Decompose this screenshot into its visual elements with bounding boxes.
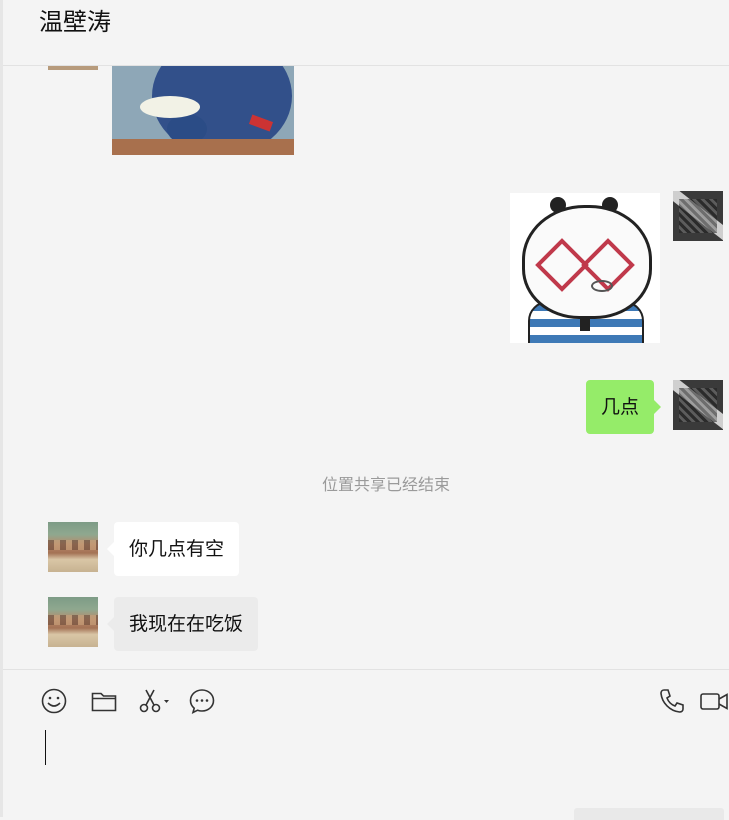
scissors-icon[interactable] <box>137 687 171 715</box>
phone-icon[interactable] <box>658 687 686 715</box>
emoji-icon[interactable] <box>40 687 68 715</box>
sticker-image[interactable] <box>510 193 660 343</box>
message-list[interactable]: 几点 位置共享已经结束 你几点有空 我现在在吃饭 <box>3 66 729 669</box>
system-notice: 位置共享已经结束 <box>321 475 450 494</box>
avatar-other[interactable] <box>48 66 98 70</box>
message-input[interactable] <box>3 722 729 802</box>
input-divider <box>3 669 729 670</box>
message-bubble-other[interactable]: 我现在在吃饭 <box>106 597 259 651</box>
sticker-image[interactable] <box>112 66 294 155</box>
chat-history-icon[interactable] <box>188 687 216 715</box>
avatar-self[interactable] <box>673 380 723 430</box>
video-icon[interactable] <box>699 687 729 715</box>
avatar-self[interactable] <box>673 191 723 241</box>
message-bubble-other[interactable]: 你几点有空 <box>106 522 240 576</box>
chat-header: 温壁涛 <box>3 0 729 66</box>
message-bubble-self[interactable]: 几点 <box>586 380 662 434</box>
avatar-other[interactable] <box>48 597 98 647</box>
sticker-figure-mustache <box>140 96 200 118</box>
send-button[interactable] <box>574 808 724 820</box>
avatar-other[interactable] <box>48 522 98 572</box>
contact-name: 温壁涛 <box>39 8 111 36</box>
sticker-head <box>522 205 652 319</box>
sticker-floor <box>112 139 294 155</box>
folder-icon[interactable] <box>90 687 118 715</box>
sticker-nose <box>591 280 613 292</box>
